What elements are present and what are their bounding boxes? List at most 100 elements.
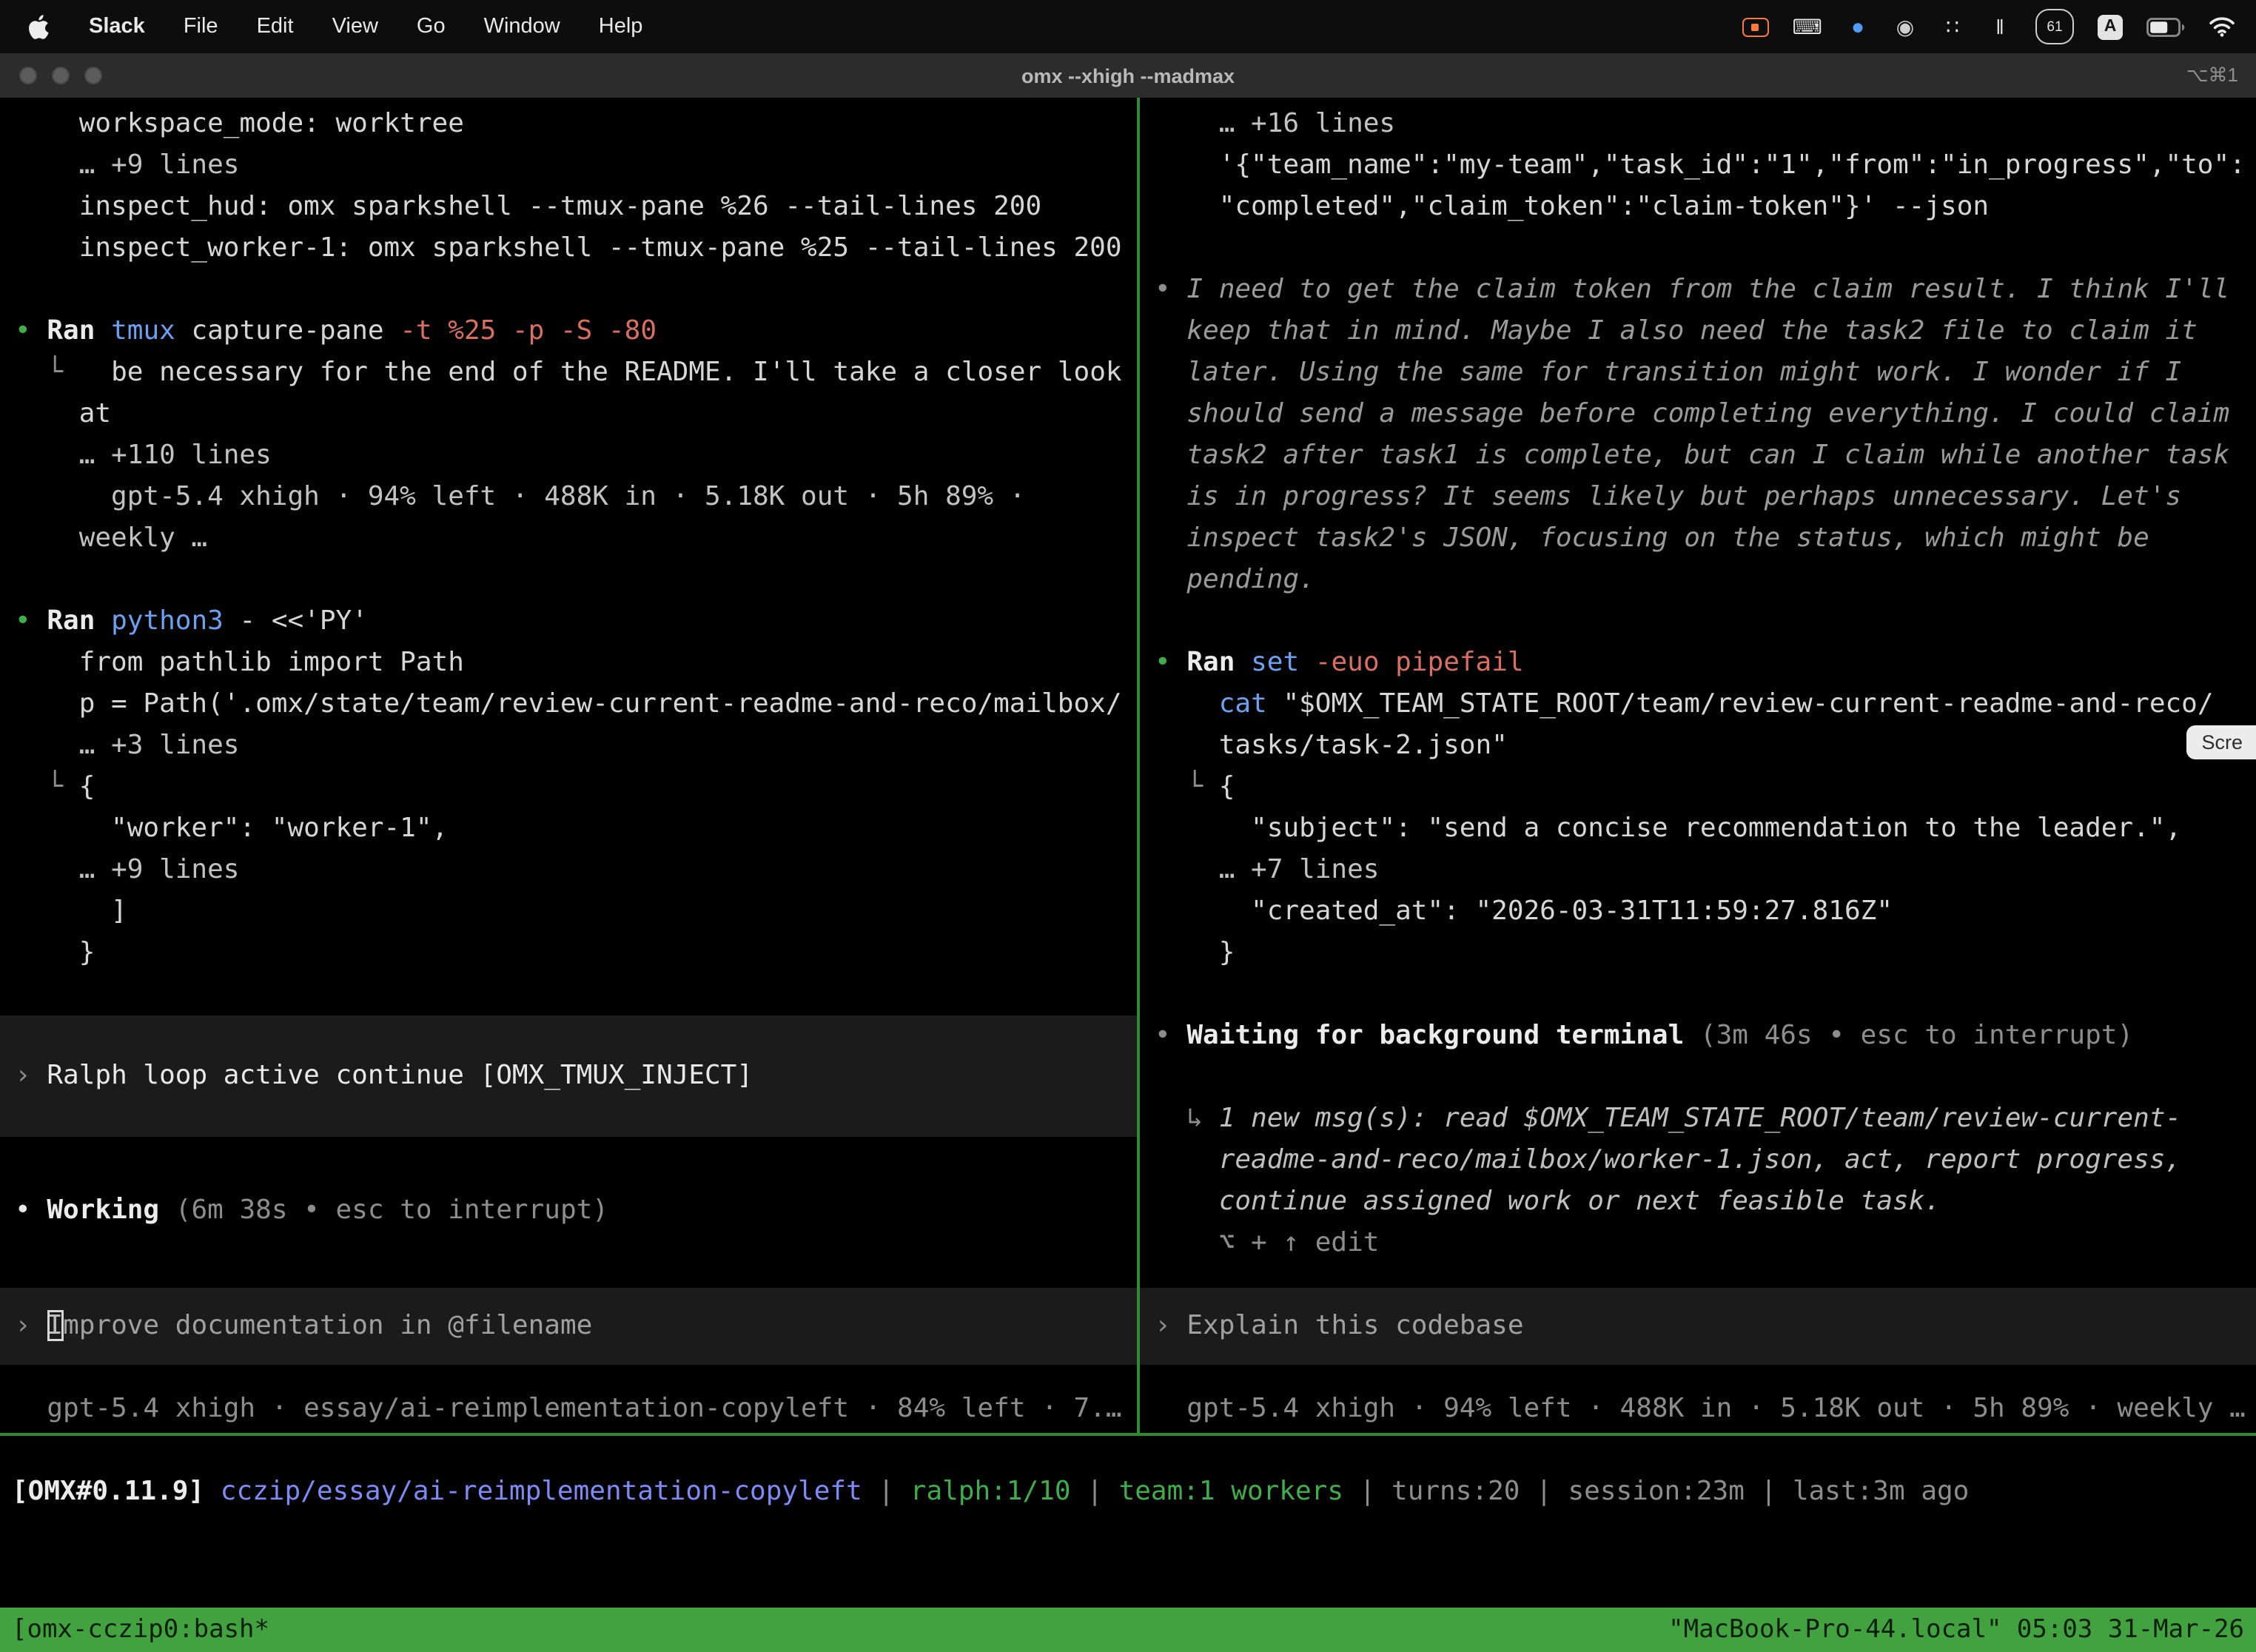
terminal-line: workspace_mode: worktree xyxy=(0,104,1137,145)
prompt-chevron: › xyxy=(15,1060,47,1091)
text-segment: Explain this codebase xyxy=(1186,1310,1523,1341)
prompt-chevron: › xyxy=(1155,1310,1186,1341)
last-activity: last:3m ago xyxy=(1793,1476,1969,1507)
run-bullet: • xyxy=(15,315,47,346)
menu-item-go[interactable]: Go xyxy=(417,15,446,38)
text-segment: keep that in mind. Maybe I also need the… xyxy=(1155,315,2198,346)
text-segment: -euo pipefail xyxy=(1315,647,1524,678)
app-icon-blue[interactable]: ● xyxy=(1846,12,1870,41)
battery-percent-badge[interactable]: 61 xyxy=(2035,9,2074,44)
menu-item-view[interactable]: View xyxy=(332,15,378,38)
spacer xyxy=(0,560,1137,601)
text-segment: is in progress? It seems likely but perh… xyxy=(1155,481,2181,512)
text-segment: python3 xyxy=(111,605,239,637)
text-segment xyxy=(15,357,47,388)
terminal-line: └ { xyxy=(0,767,1137,808)
spacer xyxy=(0,974,1137,1015)
turns-counter: turns:20 xyxy=(1391,1476,1520,1507)
text-segment: tasks/task-2.json" xyxy=(1155,730,1508,761)
status-bullet: • xyxy=(15,1195,47,1226)
window-title: omx --xhigh --madmax xyxy=(0,53,2256,98)
grid-icon[interactable]: ∷ xyxy=(1941,12,1964,41)
text-segment: ] xyxy=(15,896,127,927)
session-duration: session:23m xyxy=(1568,1476,1744,1507)
spacer xyxy=(1140,1365,2256,1389)
prompt-suggestion[interactable]: › Explain this codebase xyxy=(1140,1288,2256,1365)
menu-item-file[interactable]: File xyxy=(184,15,218,38)
text-segment: inspect task2's JSON, focusing on the st… xyxy=(1155,523,2149,554)
terminal-line: p = Path('.omx/state/team/review-current… xyxy=(0,684,1137,725)
injected-prompt-band[interactable]: › Ralph loop active continue [OMX_TMUX_I… xyxy=(0,1015,1137,1137)
text-segment: "worker": "worker-1", xyxy=(15,813,448,844)
menu-item-window[interactable]: Window xyxy=(484,15,560,38)
text-segment: gpt-5.4 xhigh · 94% left · 488K in · 5.1… xyxy=(15,481,1025,512)
command-run-header: • Ran tmux capture-pane -t %25 -p -S -80 xyxy=(0,311,1137,352)
omx-status-bar: [OMX#0.11.9] cczip/essay/ai-reimplementa… xyxy=(0,1471,2256,1513)
apple-menu-icon[interactable] xyxy=(27,12,50,41)
wifi-icon[interactable] xyxy=(2209,12,2235,41)
text-segment xyxy=(15,771,47,802)
text-segment: -t %25 -p -S -80 xyxy=(400,315,657,346)
text-segment: capture-pane xyxy=(191,315,400,346)
ralph-counter: ralph:1/10 xyxy=(910,1476,1071,1507)
input-source-icon[interactable]: A xyxy=(2098,14,2123,39)
collapse-indicator: └ xyxy=(47,357,63,388)
text-segment: gpt-5.4 xhigh · 94% left · 488K in · 5.1… xyxy=(1155,1393,2246,1424)
spacer xyxy=(1140,228,2256,269)
terminal-line: at xyxy=(0,394,1137,435)
record-stop-icon xyxy=(1752,23,1759,30)
terminal-line: cat "$OMX_TEAM_STATE_ROOT/team/review-cu… xyxy=(1140,684,2256,725)
text-segment: be necessary for the end of the README. … xyxy=(63,357,1122,388)
text-segment: "$OMX_TEAM_STATE_ROOT/team/review-curren… xyxy=(1283,688,2213,719)
separator: | xyxy=(1745,1476,1793,1507)
composer-input[interactable]: › Improve documentation in @filename xyxy=(0,1288,1137,1365)
text-segment: from pathlib import Path xyxy=(15,647,464,678)
active-app-name[interactable]: Slack xyxy=(89,15,145,38)
spacer xyxy=(1140,974,2256,1015)
thinking-bullet: • xyxy=(1155,274,1186,305)
terminal-line: } xyxy=(1140,933,2256,974)
text-segment: should send a message before completing … xyxy=(1155,398,2229,429)
text-segment: pending. xyxy=(1155,564,1315,595)
waiting-status: • Waiting for background terminal (3m 46… xyxy=(1140,1015,2256,1057)
session-footer: gpt-5.4 xhigh · essay/ai-reimplementatio… xyxy=(0,1389,1137,1430)
menu-bar: Slack File Edit View Go Window Help ⌨ ● … xyxy=(0,0,2256,53)
tmux-pane-right[interactable]: … +16 lines '{"team_name":"my-team","tas… xyxy=(1140,98,2256,1433)
tmux-status-bar: [omx-cczip0:bash* "MacBook-Pro-44.local"… xyxy=(0,1608,2256,1652)
terminal-line: readme-and-reco/mailbox/worker-1.json, a… xyxy=(1140,1140,2256,1181)
window-title-bar[interactable]: omx --xhigh --madmax ⌥⌘1 xyxy=(0,53,2256,99)
run-bullet: • xyxy=(1155,647,1186,678)
stats-icon[interactable]: ‖ xyxy=(1988,12,2012,41)
text-segment: Working xyxy=(47,1195,175,1226)
text-segment: "subject": "send a concise recommendatio… xyxy=(1155,813,2181,844)
text-segment: } xyxy=(15,937,95,968)
terminal-line: later. Using the same for transition mig… xyxy=(1140,352,2256,394)
spacer xyxy=(0,269,1137,311)
text-segment: task2 after task1 is complete, but can I… xyxy=(1155,440,2229,471)
app-icon-dark[interactable]: ◉ xyxy=(1893,12,1917,41)
text-segment: '{"team_name":"my-team","task_id":"1","f… xyxy=(1155,150,2246,181)
text-segment: inspect_worker-1: omx sparkshell --tmux-… xyxy=(15,232,1122,263)
team-counter: team:1 workers xyxy=(1119,1476,1343,1507)
edit-hint: ⌥ + ↑ edit xyxy=(1140,1223,2256,1264)
terminal-line: } xyxy=(0,933,1137,974)
terminal-line: … +16 lines xyxy=(1140,104,2256,145)
separator: | xyxy=(1343,1476,1391,1507)
text-segment: … +9 lines xyxy=(15,854,239,885)
terminal-line: should send a message before completing … xyxy=(1140,394,2256,435)
worktree-path: cczip/essay/ai-reimplementation-copyleft xyxy=(221,1476,862,1507)
separator: | xyxy=(1071,1476,1119,1507)
terminal-line: "subject": "send a concise recommendatio… xyxy=(1140,808,2256,850)
keyboard-icon[interactable]: ⌨ xyxy=(1793,12,1822,41)
screen-recording-indicator[interactable] xyxy=(1742,17,1769,36)
text-segment: I need to get the claim token from the c… xyxy=(1186,274,2229,305)
terminal-line: keep that in mind. Maybe I also need the… xyxy=(1140,311,2256,352)
battery-icon[interactable] xyxy=(2146,12,2185,41)
spacer xyxy=(1140,1057,2256,1098)
menu-item-edit[interactable]: Edit xyxy=(257,15,294,38)
terminal-line: is in progress? It seems likely but perh… xyxy=(1140,477,2256,518)
tmux-pane-left[interactable]: workspace_mode: worktree … +9 lines insp… xyxy=(0,98,1137,1433)
menu-item-help[interactable]: Help xyxy=(599,15,643,38)
text-segment: … +110 lines xyxy=(15,440,272,471)
terminal-line: from pathlib import Path xyxy=(0,642,1137,684)
